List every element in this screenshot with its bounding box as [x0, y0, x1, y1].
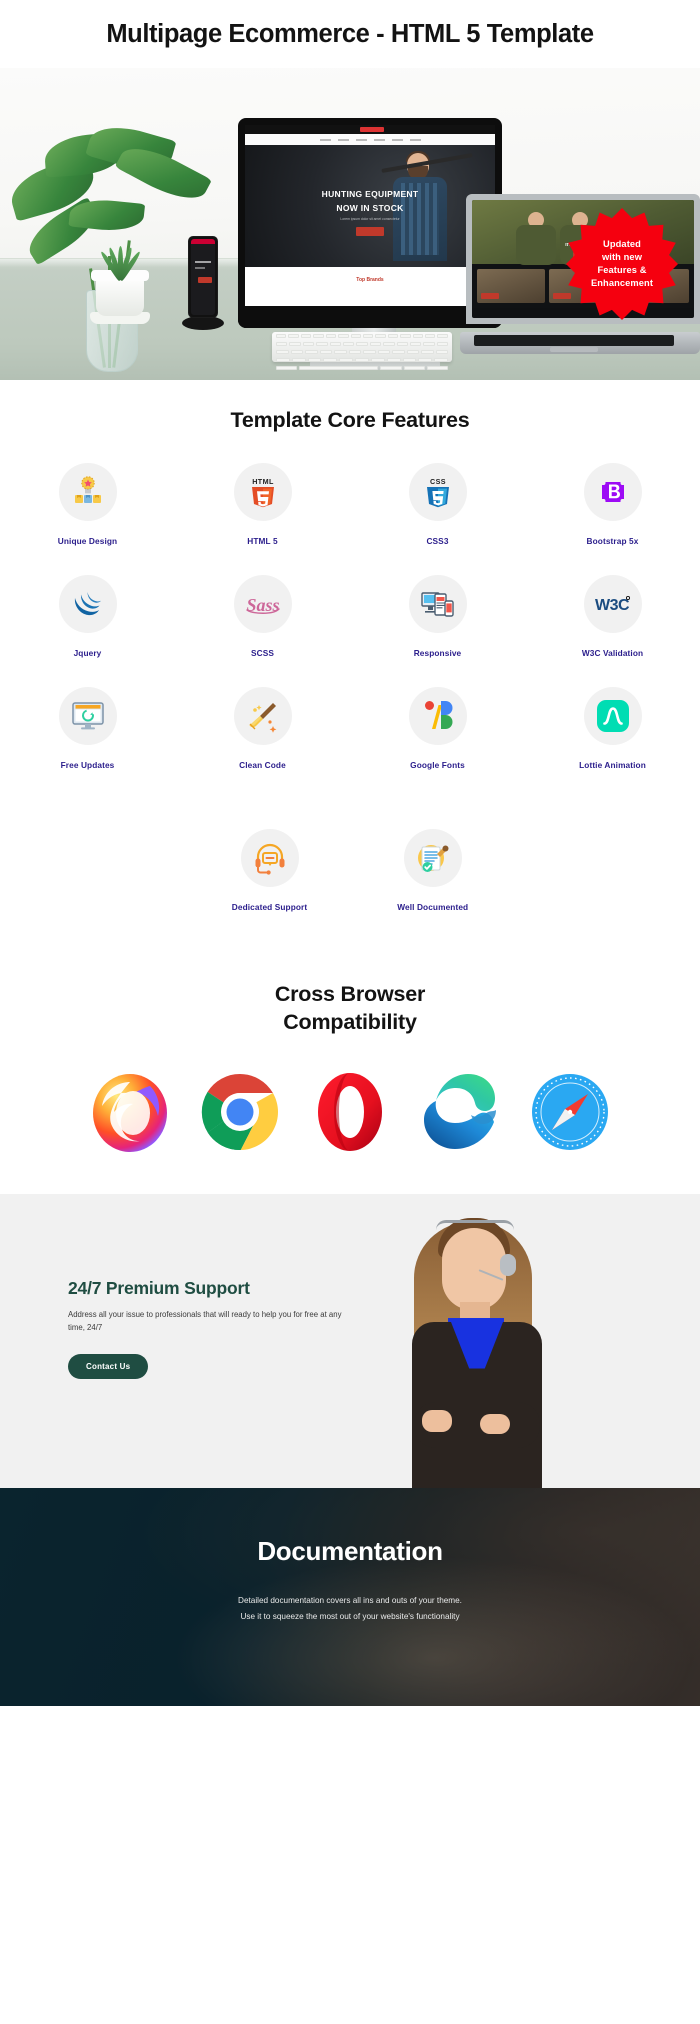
monitor-refresh-icon: [58, 687, 117, 745]
support-body: Address all your issue to professionals …: [68, 1310, 342, 1332]
feature-well-documented[interactable]: Well Documented: [397, 829, 468, 912]
browser-logos-row: [0, 1070, 700, 1154]
site-logo: [360, 127, 384, 132]
headset-band: [436, 1220, 514, 1230]
contact-us-button[interactable]: Contact Us: [68, 1354, 149, 1380]
document-check-icon: [403, 829, 462, 887]
cross-browser-section: Cross Browser Compatibility: [0, 963, 700, 1195]
badge-line-1: Updated: [603, 239, 641, 250]
page-root: Multipage Ecommerce - HTML 5 Template HU…: [0, 0, 700, 1707]
succulent-plant: [99, 240, 142, 282]
feature-label: Unique Design: [57, 536, 118, 546]
browsers-title-line-2: Compatibility: [283, 1009, 417, 1034]
features-grid-row-4: Dedicated Support Well Documented: [0, 829, 700, 941]
safari-logo: [528, 1070, 612, 1154]
feature-clean-code[interactable]: Clean Code: [175, 687, 350, 770]
award-badge-icon: [58, 463, 117, 521]
html5-icon: HTML: [233, 463, 292, 521]
feature-html5[interactable]: HTML HTML 5: [175, 463, 350, 546]
site-nav: [245, 134, 495, 145]
jquery-icon: [58, 575, 117, 633]
feature-jquery[interactable]: Jquery: [0, 575, 175, 658]
opera-logo: [308, 1070, 392, 1154]
feature-responsive[interactable]: Responsive: [350, 575, 525, 658]
support-agent-photo: [370, 1206, 580, 1489]
chrome-logo: [198, 1070, 282, 1154]
feature-google-fonts[interactable]: Google Fonts: [350, 687, 525, 770]
broom-icon: [233, 687, 292, 745]
feature-label: Free Updates: [60, 760, 115, 770]
feature-lottie-animation[interactable]: Lottie Animation: [525, 687, 700, 770]
page-title: Multipage Ecommerce - HTML 5 Template: [106, 19, 594, 48]
feature-label: Google Fonts: [410, 760, 465, 770]
svg-text:HTML: HTML: [252, 477, 274, 486]
core-features-section: Template Core Features Unique Design HTM…: [0, 380, 700, 963]
preview-brands-label: Top Brands: [356, 277, 384, 283]
feature-dedicated-support[interactable]: Dedicated Support: [232, 829, 307, 912]
firefox-logo: [88, 1070, 172, 1154]
edge-logo: [418, 1070, 502, 1154]
premium-support-section: 24/7 Premium Support Address all your is…: [0, 1194, 700, 1489]
headset-earpiece: [500, 1254, 516, 1277]
features-grid-row-1: Unique Design HTML HTML 5 CSS CSS3 Boots…: [0, 463, 700, 799]
feature-label: Well Documented: [397, 902, 469, 912]
hero-mockup-image: HUNTING EQUIPMENT NOW IN STOCK Lorem ips…: [0, 68, 700, 380]
feature-label: Responsive: [413, 648, 462, 658]
feature-label: SCSS: [251, 648, 274, 658]
preview-cta-button: [356, 227, 384, 236]
feature-css3[interactable]: CSS CSS3: [350, 463, 525, 546]
documentation-section: Documentation Detailed documentation cov…: [0, 1488, 700, 1707]
documentation-line-1: Detailed documentation covers all ins an…: [238, 1596, 462, 1606]
sass-icon: Sass: [233, 575, 292, 633]
badge-line-4: Enhancement: [590, 277, 654, 288]
svg-text:W3C: W3C: [594, 597, 629, 614]
documentation-line-2: Use it to squeeze the most out of your w…: [240, 1612, 460, 1622]
feature-label: Clean Code: [239, 760, 286, 770]
page-header: Multipage Ecommerce - HTML 5 Template: [0, 0, 700, 68]
phone-stand: [182, 316, 224, 330]
preview-headline-1: HUNTING EQUIPMENT: [321, 189, 419, 199]
feature-label: Jquery: [73, 648, 102, 658]
headset-icon: [240, 829, 299, 887]
badge-line-2: with new: [601, 252, 643, 263]
feature-label: Dedicated Support: [231, 902, 308, 912]
bootstrap-icon: [583, 463, 642, 521]
support-heading: 24/7 Premium Support: [68, 1278, 250, 1299]
browsers-section-title: Cross Browser Compatibility: [0, 981, 700, 1036]
svg-text:CSS: CSS: [430, 477, 446, 486]
preview-subtext: Lorem ipsum dolor sit amet consectetur: [340, 217, 400, 221]
w3c-icon: W3C: [583, 575, 642, 633]
smartphone-mockup: [188, 236, 218, 318]
documentation-heading: Documentation: [257, 1536, 443, 1567]
lottie-icon: [583, 687, 642, 745]
feature-label: Bootstrap 5x: [586, 536, 639, 546]
feature-label: HTML 5: [247, 536, 278, 546]
google-fonts-icon: [408, 687, 467, 745]
feature-w3c-validation[interactable]: W3C W3C Validation: [525, 575, 700, 658]
feature-scss[interactable]: Sass SCSS: [175, 575, 350, 658]
feature-label: CSS3: [426, 536, 449, 546]
feature-bootstrap[interactable]: Bootstrap 5x: [525, 463, 700, 546]
keyboard: [272, 332, 452, 370]
browsers-title-line-1: Cross Browser: [274, 982, 426, 1006]
css3-icon: CSS: [408, 463, 467, 521]
responsive-devices-icon: [408, 575, 467, 633]
badge-line-3: Features &: [597, 265, 647, 275]
features-section-title: Template Core Features: [230, 408, 470, 432]
small-plant-pot: [91, 270, 149, 316]
preview-headline-2: NOW IN STOCK: [336, 203, 404, 213]
updated-badge: Updated with new Features & Enhancement: [566, 208, 678, 320]
feature-free-updates[interactable]: Free Updates: [0, 687, 175, 770]
feature-label: Lottie Animation: [579, 760, 646, 770]
feature-label: W3C Validation: [581, 648, 644, 658]
feature-unique-design[interactable]: Unique Design: [0, 463, 175, 546]
